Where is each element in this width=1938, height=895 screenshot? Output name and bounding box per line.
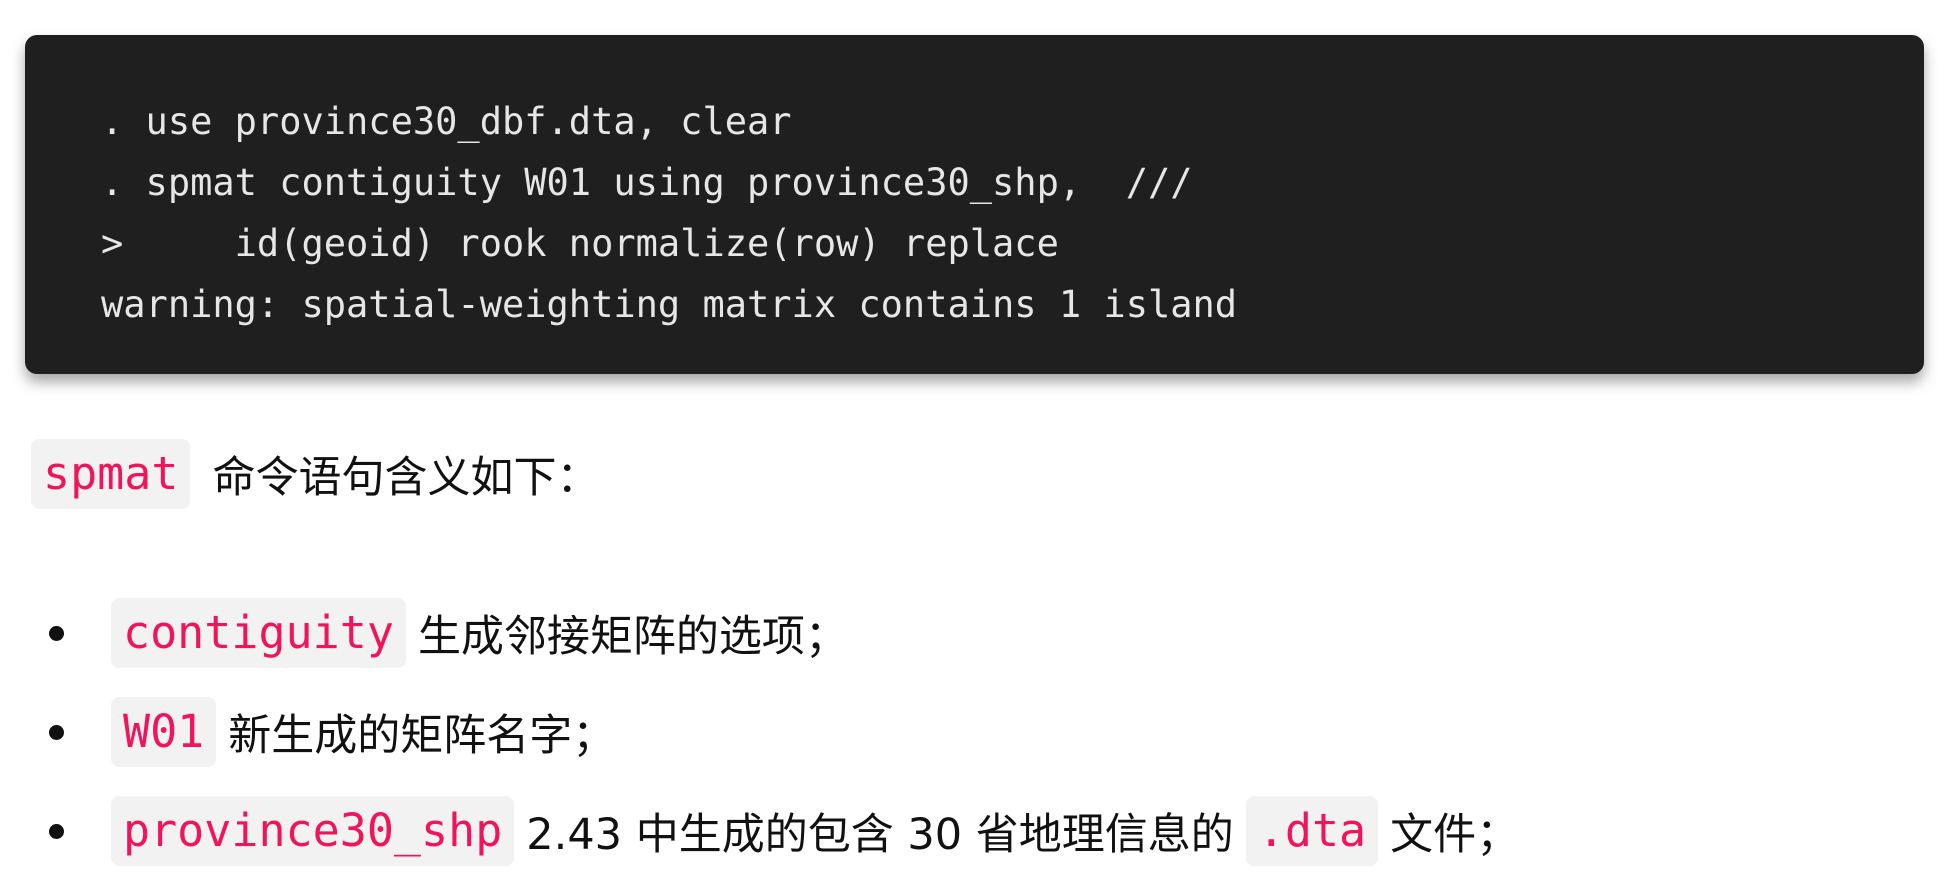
inline-code: spmat — [31, 439, 191, 509]
bullet-icon — [49, 824, 64, 839]
code-line: . use province30_dbf.dta, clear — [101, 100, 792, 143]
intro-paragraph: spmat 命令语句含义如下： — [31, 439, 599, 509]
intro-text: 命令语句含义如下： — [212, 453, 600, 503]
code-line: . spmat contiguity W01 using province30_… — [101, 161, 1193, 204]
list-item: province30_shp 2.43 中生成的包含 30 省地理信息的 .dt… — [0, 796, 1519, 866]
item-text: 新生成的矩阵名字； — [228, 711, 616, 761]
code-line: > id(geoid) rook normalize(row) replace — [101, 222, 1059, 265]
code-block: . use province30_dbf.dta, clear . spmat … — [25, 35, 1924, 374]
bullet-icon — [49, 725, 64, 740]
option-list: contiguity 生成邻接矩阵的选项； W01 新生成的矩阵名字； prov… — [0, 598, 1519, 895]
inline-code: contiguity — [111, 598, 406, 668]
inline-code: province30_shp — [111, 796, 515, 866]
item-text: 2.43 中生成的包含 30 省地理信息的 — [526, 810, 1234, 860]
code-line: warning: spatial-weighting matrix contai… — [101, 283, 1238, 326]
inline-code: .dta — [1245, 796, 1379, 866]
list-item: W01 新生成的矩阵名字； — [0, 697, 1519, 767]
item-text: 文件； — [1390, 810, 1520, 860]
list-item: contiguity 生成邻接矩阵的选项； — [0, 598, 1519, 668]
item-text: 生成邻接矩阵的选项； — [417, 612, 848, 662]
bullet-icon — [49, 626, 64, 641]
inline-code: W01 — [111, 697, 217, 767]
